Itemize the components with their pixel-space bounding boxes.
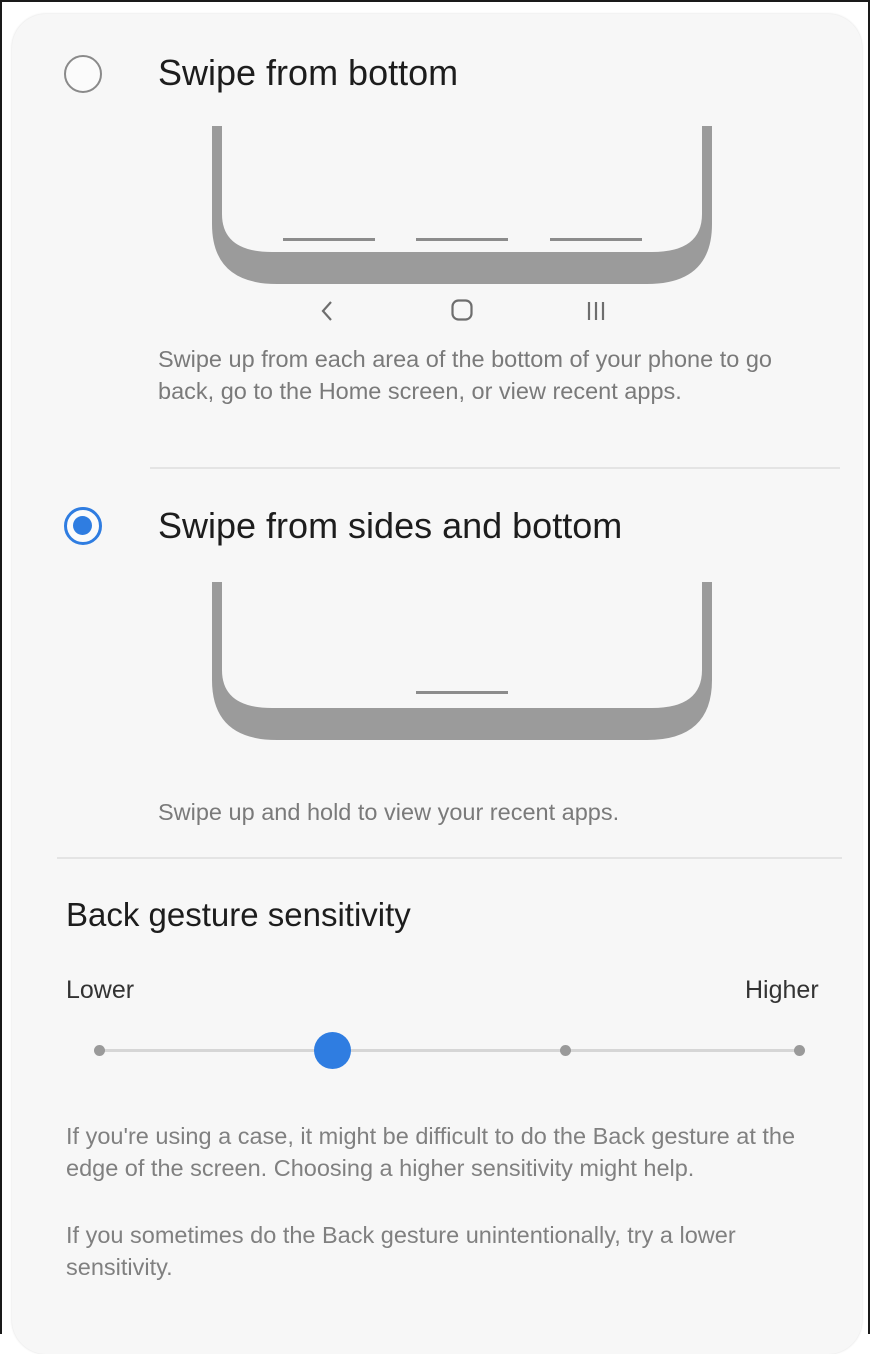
nav-gesture-line-home (416, 691, 508, 694)
back-icon (312, 298, 342, 329)
divider (150, 467, 840, 469)
nav-gesture-line-right (550, 238, 642, 241)
option-description-swipe-from-bottom: Swipe up from each area of the bottom of… (158, 346, 772, 404)
slider-track[interactable] (99, 1049, 799, 1052)
nav-gesture-line-left (283, 238, 375, 241)
sensitivity-note-unintentional: If you sometimes do the Back gesture uni… (66, 1222, 736, 1280)
option-title-swipe-from-bottom[interactable]: Swipe from bottom (158, 52, 458, 94)
phone-illustration-bottom (212, 126, 712, 284)
slider-label-higher: Higher (745, 976, 819, 1004)
slider-tick[interactable] (793, 1045, 805, 1056)
home-icon (447, 298, 477, 329)
section-title-back-gesture-sensitivity: Back gesture sensitivity (66, 896, 411, 933)
slider-label-lower: Lower (66, 976, 135, 1004)
recents-icon (581, 298, 611, 329)
sensitivity-slider[interactable] (93, 1032, 805, 1069)
slider-thumb[interactable] (313, 1032, 351, 1069)
phone-illustration-sides-bottom (212, 582, 712, 740)
sensitivity-note-case: If you're using a case, it might be diff… (66, 1123, 796, 1181)
option-title-swipe-from-sides-and-bottom[interactable]: Swipe from sides and bottom (158, 505, 622, 547)
divider (57, 857, 842, 859)
radio-swipe-from-sides-and-bottom[interactable] (64, 507, 102, 545)
slider-tick[interactable] (93, 1045, 105, 1056)
nav-gesture-line-center (416, 238, 508, 241)
radio-swipe-from-bottom[interactable] (64, 55, 102, 93)
option-description-swipe-from-sides-and-bottom: Swipe up and hold to view your recent ap… (158, 799, 620, 825)
screen-frame: Swipe from bottom Swipe up from each are… (0, 0, 870, 1354)
